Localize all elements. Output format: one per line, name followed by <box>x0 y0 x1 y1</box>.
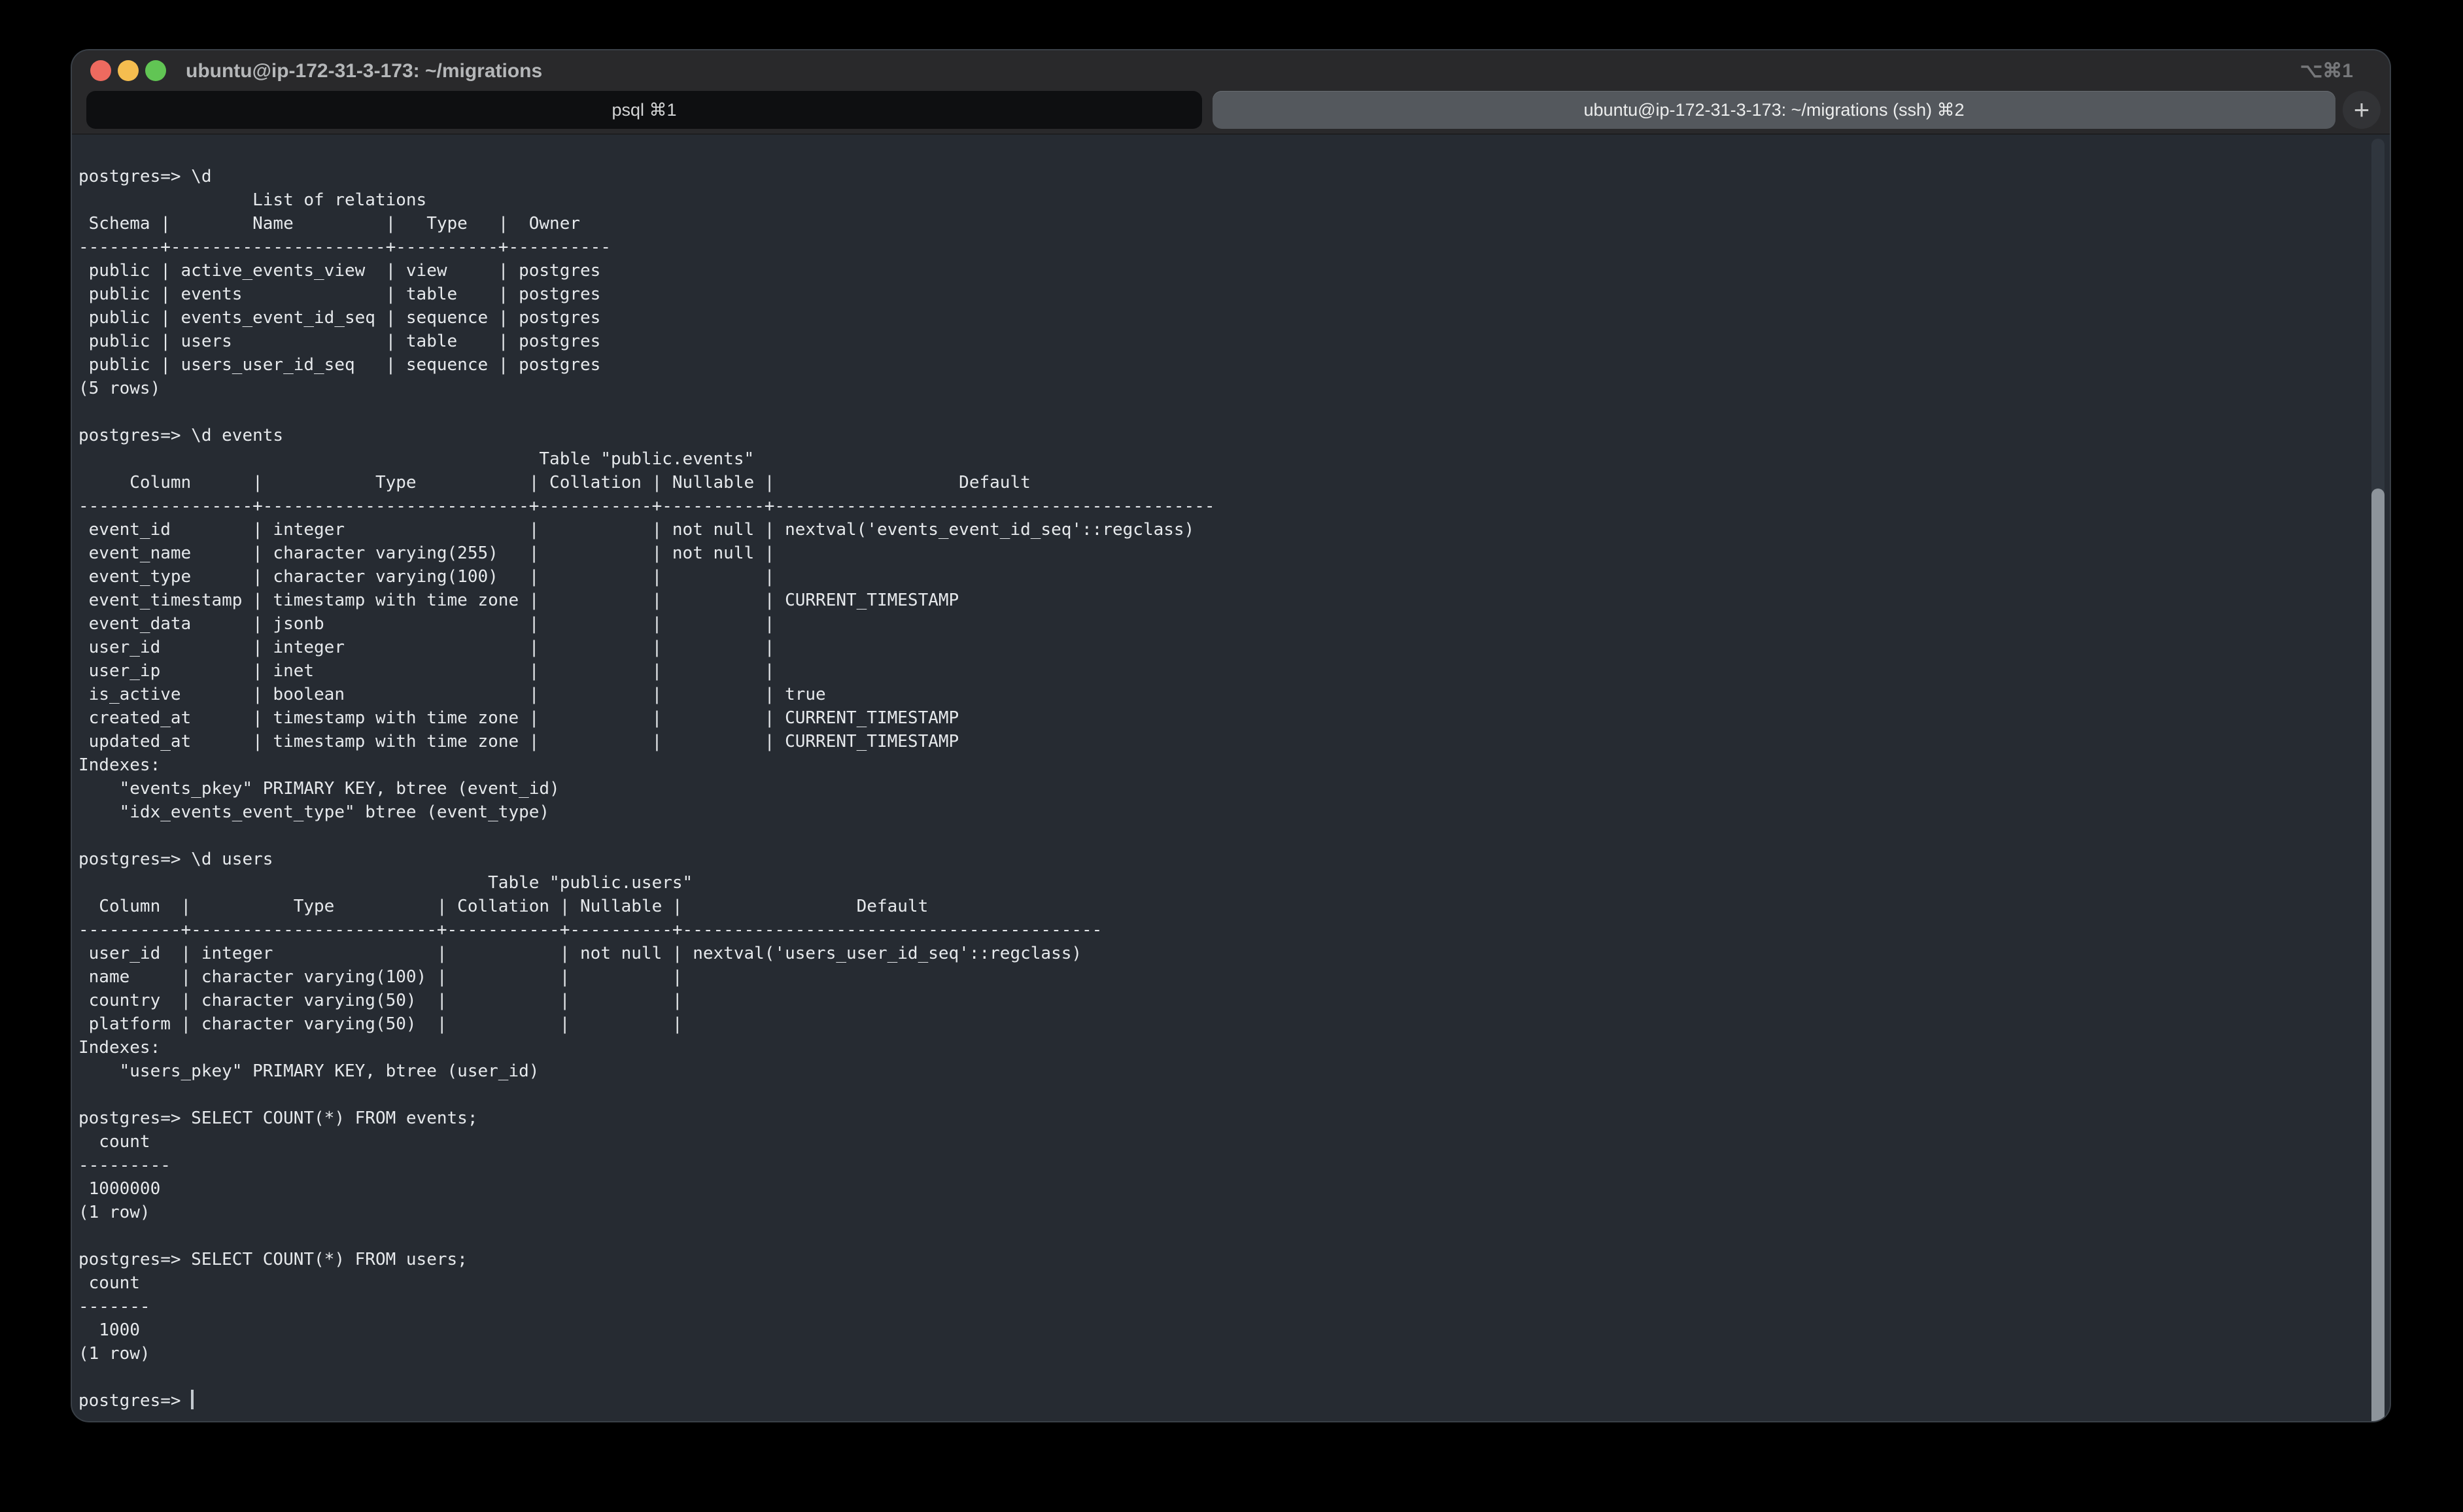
tab-label: ubuntu@ip-172-31-3-173: ~/migrations (ss… <box>1584 100 1965 120</box>
terminal-line: platform | character varying(50) | | | <box>78 1012 2364 1036</box>
terminal-line: public | users | table | postgres <box>78 330 2364 353</box>
terminal-line: --------+---------------------+---------… <box>78 235 2364 259</box>
terminal-line: postgres=> \d events <box>78 424 2364 447</box>
terminal-line: user_id | integer | | | <box>78 636 2364 659</box>
terminal-line: updated_at | timestamp with time zone | … <box>78 730 2364 753</box>
terminal-line: Indexes: <box>78 753 2364 777</box>
terminal-line: 1000 <box>78 1318 2364 1342</box>
terminal-lines: postgres=> \d List of relations Schema |… <box>78 165 2364 1389</box>
terminal-line: public | events | table | postgres <box>78 283 2364 306</box>
terminal-output: postgres=> \d List of relations Schema |… <box>72 135 2390 1421</box>
traffic-lights <box>90 60 166 81</box>
terminal-line: postgres=> \d users <box>78 848 2364 871</box>
terminal-line <box>78 824 2364 848</box>
terminal-line: user_id | integer | | not null | nextval… <box>78 942 2364 965</box>
terminal-line: "users_pkey" PRIMARY KEY, btree (user_id… <box>78 1059 2364 1083</box>
terminal-line: public | events_event_id_seq | sequence … <box>78 306 2364 330</box>
window-chrome: ubuntu@ip-172-31-3-173: ~/migrations ⌥⌘1… <box>72 50 2390 135</box>
terminal-line: count <box>78 1271 2364 1295</box>
terminal-line <box>78 1366 2364 1389</box>
new-tab-button[interactable]: + <box>2343 91 2381 129</box>
terminal-line: Column | Type | Collation | Nullable | D… <box>78 471 2364 494</box>
terminal-line: public | users_user_id_seq | sequence | … <box>78 353 2364 377</box>
terminal-line: (1 row) <box>78 1342 2364 1366</box>
terminal-line: "events_pkey" PRIMARY KEY, btree (event_… <box>78 777 2364 800</box>
terminal-line: List of relations <box>78 188 2364 212</box>
terminal-line: postgres=> SELECT COUNT(*) FROM users; <box>78 1248 2364 1271</box>
terminal-line: postgres=> \d <box>78 165 2364 188</box>
tab-psql[interactable]: psql ⌘1 <box>86 91 1202 129</box>
terminal-line: postgres=> SELECT COUNT(*) FROM events; <box>78 1107 2364 1130</box>
terminal-window: ubuntu@ip-172-31-3-173: ~/migrations ⌥⌘1… <box>72 50 2390 1421</box>
tab-bar: psql ⌘1 ubuntu@ip-172-31-3-173: ~/migrat… <box>72 91 2390 130</box>
terminal-line: Table "public.users" <box>78 871 2364 895</box>
terminal-line: event_name | character varying(255) | | … <box>78 541 2364 565</box>
terminal-line: created_at | timestamp with time zone | … <box>78 706 2364 730</box>
close-button[interactable] <box>90 60 111 81</box>
prompt-line: postgres=> <box>78 1389 2364 1413</box>
scrollbar-thumb[interactable] <box>2371 489 2385 1421</box>
tab-ssh[interactable]: ubuntu@ip-172-31-3-173: ~/migrations (ss… <box>1213 91 2335 129</box>
zoom-button[interactable] <box>145 60 166 81</box>
prompt: postgres=> <box>78 1391 191 1411</box>
terminal-line <box>78 1083 2364 1107</box>
terminal-line: ------- <box>78 1295 2364 1318</box>
terminal-line: "idx_events_event_type" btree (event_typ… <box>78 800 2364 824</box>
terminal-line: event_type | character varying(100) | | … <box>78 565 2364 589</box>
terminal-line: is_active | boolean | | | true <box>78 683 2364 706</box>
terminal-line: count <box>78 1130 2364 1154</box>
terminal-line: Column | Type | Collation | Nullable | D… <box>78 895 2364 918</box>
terminal-line: name | character varying(100) | | | <box>78 965 2364 989</box>
terminal-line: Table "public.events" <box>78 447 2364 471</box>
terminal-line: (5 rows) <box>78 377 2364 400</box>
terminal-line: Schema | Name | Type | Owner <box>78 212 2364 235</box>
window-title: ubuntu@ip-172-31-3-173: ~/migrations <box>186 50 542 92</box>
terminal-line: ----------+------------------------+----… <box>78 918 2364 942</box>
terminal-line: Indexes: <box>78 1036 2364 1059</box>
desktop-background: ubuntu@ip-172-31-3-173: ~/migrations ⌥⌘1… <box>0 0 2463 1512</box>
terminal-line: --------- <box>78 1154 2364 1177</box>
titlebar-shortcut: ⌥⌘1 <box>2300 50 2353 92</box>
terminal-line: event_timestamp | timestamp with time zo… <box>78 589 2364 612</box>
terminal-line: event_id | integer | | not null | nextva… <box>78 518 2364 541</box>
minimize-button[interactable] <box>118 60 139 81</box>
text-cursor <box>191 1390 194 1409</box>
terminal-line: (1 row) <box>78 1201 2364 1224</box>
terminal-line: public | active_events_view | view | pos… <box>78 259 2364 283</box>
terminal-line: -----------------+----------------------… <box>78 494 2364 518</box>
terminal-line: 1000000 <box>78 1177 2364 1201</box>
terminal-line: country | character varying(50) | | | <box>78 989 2364 1012</box>
tab-label: psql ⌘1 <box>611 100 676 120</box>
terminal-line <box>78 1224 2364 1248</box>
terminal-line: event_data | jsonb | | | <box>78 612 2364 636</box>
terminal-line: user_ip | inet | | | <box>78 659 2364 683</box>
terminal-line <box>78 400 2364 424</box>
